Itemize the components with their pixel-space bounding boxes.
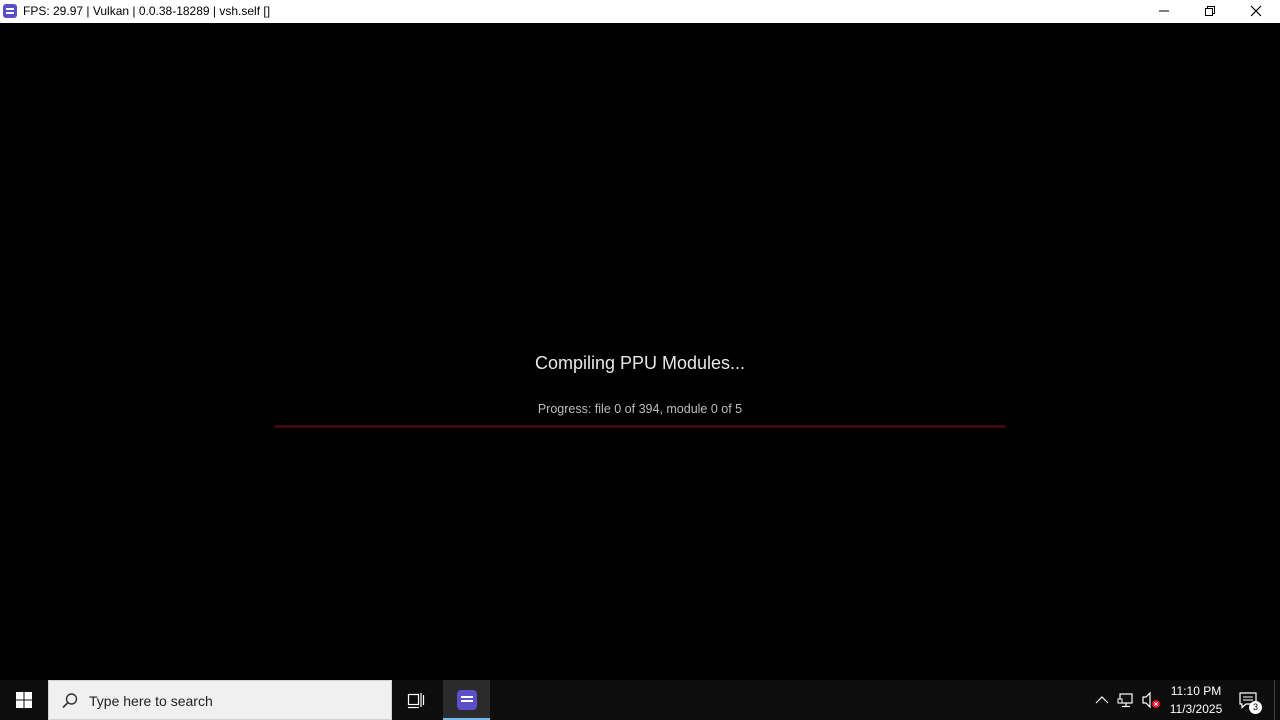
clock-date[interactable]: 11/3/2025 — [1166, 702, 1226, 716]
restore-icon — [1205, 6, 1215, 16]
notification-count-badge: 3 — [1249, 701, 1262, 714]
task-view-icon — [407, 693, 425, 709]
search-icon — [62, 693, 78, 709]
taskbar-app-rpcs3[interactable] — [443, 680, 490, 720]
search-input[interactable]: Type here to search — [48, 680, 392, 720]
minimize-icon — [1159, 10, 1169, 12]
volume-muted-icon[interactable] — [1141, 691, 1161, 709]
network-icon[interactable] — [1117, 691, 1135, 709]
compile-heading: Compiling PPU Modules... — [534, 353, 746, 373]
progress-text: Progress: file 0 of 394, module 0 of 5 — [537, 402, 743, 416]
windows-start-icon — [16, 692, 32, 708]
title-bar[interactable]: FPS: 29.97 | Vulkan | 0.0.38-18289 | vsh… — [0, 0, 1280, 23]
restore-button[interactable] — [1187, 0, 1233, 23]
window-title: FPS: 29.97 | Vulkan | 0.0.38-18289 | vsh… — [23, 4, 271, 18]
start-button[interactable] — [0, 680, 48, 720]
close-icon — [1250, 5, 1262, 17]
search-placeholder: Type here to search — [89, 693, 213, 709]
rpcs3-icon[interactable] — [3, 4, 17, 18]
chevron-up-icon[interactable] — [1094, 692, 1110, 708]
clock-time[interactable]: 11:10 PM — [1166, 684, 1226, 698]
rpcs3-icon — [457, 690, 477, 710]
render-area: Compiling PPU Modules... Progress: file … — [0, 23, 1280, 680]
taskbar: Type here to search 11:10 PM 11/3/2025 3 — [0, 680, 1280, 720]
progress-bar — [274, 425, 1006, 428]
show-desktop-button[interactable] — [1274, 680, 1280, 720]
close-button[interactable] — [1233, 0, 1279, 23]
minimize-button[interactable] — [1141, 0, 1187, 23]
task-view-button[interactable] — [393, 680, 439, 720]
